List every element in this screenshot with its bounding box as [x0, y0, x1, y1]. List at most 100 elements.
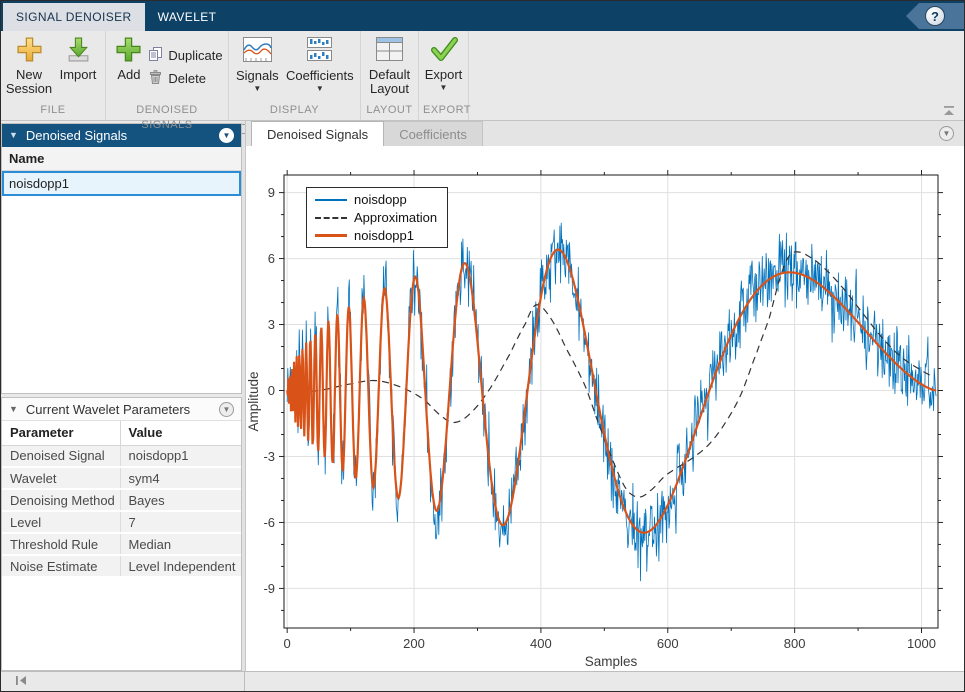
new-session-label: New Session [3, 68, 55, 96]
signals-label: Signals [236, 69, 279, 83]
coefficients-caret-icon: ▼ [316, 85, 324, 93]
status-bar-right [245, 672, 964, 691]
param-value: sym4 [120, 467, 241, 489]
denoised-signals-panel-title: Denoised Signals [26, 128, 127, 143]
svg-text:1000: 1000 [907, 636, 936, 651]
svg-text:0: 0 [284, 636, 291, 651]
ribbon-section-export-body: Export ▼ [423, 34, 464, 103]
sidebar: ▼ Denoised Signals ▼ Name noisdopp1 ▼ Cu… [1, 121, 242, 671]
table-row: Denoising Method Bayes [2, 489, 241, 511]
signals-caret-icon: ▼ [253, 85, 261, 93]
add-button[interactable]: Add [111, 34, 146, 84]
ribbon-section-export-label: EXPORT [423, 103, 464, 120]
doc-tab-coefficients[interactable]: Coefficients [384, 121, 483, 146]
panel-menu-icon[interactable]: ▼ [219, 402, 234, 417]
ribbon-section-file-body: New Session Import [5, 34, 101, 103]
svg-text:9: 9 [268, 185, 275, 200]
ribbon-section-display-label: DISPLAY [233, 103, 356, 120]
add-label: Add [117, 68, 140, 82]
coefficients-dropdown-button[interactable]: Coefficients ▼ [284, 34, 356, 95]
table-row: Level 7 [2, 511, 241, 533]
ribbon-section-denoised-signals-body: Add Duplicate [110, 34, 224, 103]
svg-text:6: 6 [268, 251, 275, 266]
export-dropdown-button[interactable]: Export ▼ [423, 34, 465, 94]
svg-text:0: 0 [268, 383, 275, 398]
import-icon [65, 36, 92, 66]
wavelet-parameters-panel-header[interactable]: ▼ Current Wavelet Parameters ▼ [2, 398, 241, 421]
wavelet-parameters-panel: ▼ Current Wavelet Parameters ▼ Parameter… [1, 397, 242, 671]
coefficients-label: Coefficients [286, 69, 354, 83]
parameters-table: Parameter Value Denoised Signal noisdopp… [2, 421, 241, 578]
default-layout-icon [375, 36, 404, 66]
duplicate-label: Duplicate [168, 48, 222, 63]
list-item-noisdopp1[interactable]: noisdopp1 [2, 171, 241, 196]
collapse-panel-icon[interactable]: ▼ [9, 131, 18, 140]
main-area: Denoised Signals Coefficients ▼ 02004006… [246, 121, 964, 671]
status-bar-left [1, 672, 245, 691]
legend-entry-noisdopp1: noisdopp1 [315, 227, 437, 244]
splitter-grip-icon [242, 124, 245, 134]
ribbon-section-denoised-signals: Add Duplicate [106, 31, 229, 120]
status-bar [1, 671, 964, 691]
delete-label: Delete [168, 71, 206, 86]
export-caret-icon: ▼ [440, 84, 448, 92]
wavelet-parameters-panel-title: Current Wavelet Parameters [26, 402, 190, 417]
delete-icon [148, 69, 163, 88]
import-button[interactable]: Import [55, 34, 101, 84]
import-label: Import [60, 68, 97, 82]
ribbon-section-export: Export ▼ EXPORT [419, 31, 469, 120]
svg-text:Samples: Samples [585, 654, 638, 669]
document-menu-icon[interactable]: ▼ [939, 126, 954, 141]
svg-text:Amplitude: Amplitude [246, 371, 261, 431]
tab-signal-denoiser[interactable]: SIGNAL DENOISER [3, 3, 145, 31]
param-name: Wavelet [2, 467, 120, 489]
value-column-header: Value [120, 421, 241, 445]
collapse-sidebar-icon[interactable] [15, 673, 28, 691]
tab-signal-denoiser-label: SIGNAL DENOISER [16, 10, 132, 24]
denoised-signals-panel-header[interactable]: ▼ Denoised Signals ▼ [2, 124, 241, 147]
svg-text:-3: -3 [263, 449, 275, 464]
default-layout-button[interactable]: Default Layout [365, 34, 414, 98]
doc-tab-label: Denoised Signals [267, 127, 368, 142]
document-tabbar: Denoised Signals Coefficients ▼ [246, 121, 964, 146]
param-value: 7 [120, 511, 241, 533]
signals-dropdown-button[interactable]: Signals ▼ [233, 34, 282, 95]
panel-menu-icon[interactable]: ▼ [219, 128, 234, 143]
svg-text:800: 800 [784, 636, 806, 651]
new-session-icon [16, 36, 43, 66]
duplicate-delete-column: Duplicate Delete [148, 34, 222, 88]
collapse-ribbon-icon[interactable] [942, 104, 956, 116]
svg-text:-9: -9 [263, 581, 275, 596]
new-session-button[interactable]: New Session [5, 34, 53, 98]
param-name: Noise Estimate [2, 555, 120, 577]
delete-button[interactable]: Delete [148, 69, 222, 88]
legend-line-sample [315, 199, 347, 201]
default-layout-label: Default Layout [365, 68, 415, 96]
toolstrip-ribbon: New Session Import FILE [1, 31, 964, 121]
legend-label: noisdopp [354, 192, 407, 207]
param-value: noisdopp1 [120, 445, 241, 467]
help-icon[interactable]: ? [925, 6, 945, 26]
name-column-header: Name [2, 147, 241, 171]
svg-text:3: 3 [268, 317, 275, 332]
svg-text:-6: -6 [263, 515, 275, 530]
list-item-label: noisdopp1 [9, 176, 69, 191]
ribbon-section-layout: Default Layout LAYOUT [361, 31, 419, 120]
legend-line-sample [315, 234, 347, 237]
add-icon [115, 36, 142, 66]
tab-wavelet[interactable]: WAVELET [145, 3, 230, 31]
param-value: Bayes [120, 489, 241, 511]
duplicate-button[interactable]: Duplicate [148, 46, 222, 65]
legend-line-sample [315, 217, 347, 219]
plot-legend[interactable]: noisdopp Approximation noisdopp1 [306, 187, 448, 248]
legend-label: noisdopp1 [354, 228, 414, 243]
svg-text:600: 600 [657, 636, 679, 651]
doc-tab-denoised-signals[interactable]: Denoised Signals [251, 121, 384, 146]
param-value: Level Independent [120, 555, 241, 577]
app-body: ▼ Denoised Signals ▼ Name noisdopp1 ▼ Cu… [1, 121, 964, 671]
app-window: SIGNAL DENOISER WAVELET ? [0, 0, 965, 692]
collapse-panel-icon[interactable]: ▼ [9, 405, 18, 414]
plot-container: 02004006008001000-9-6-30369SamplesAmplit… [246, 146, 964, 671]
param-name: Denoised Signal [2, 445, 120, 467]
signals-icon [242, 36, 273, 67]
